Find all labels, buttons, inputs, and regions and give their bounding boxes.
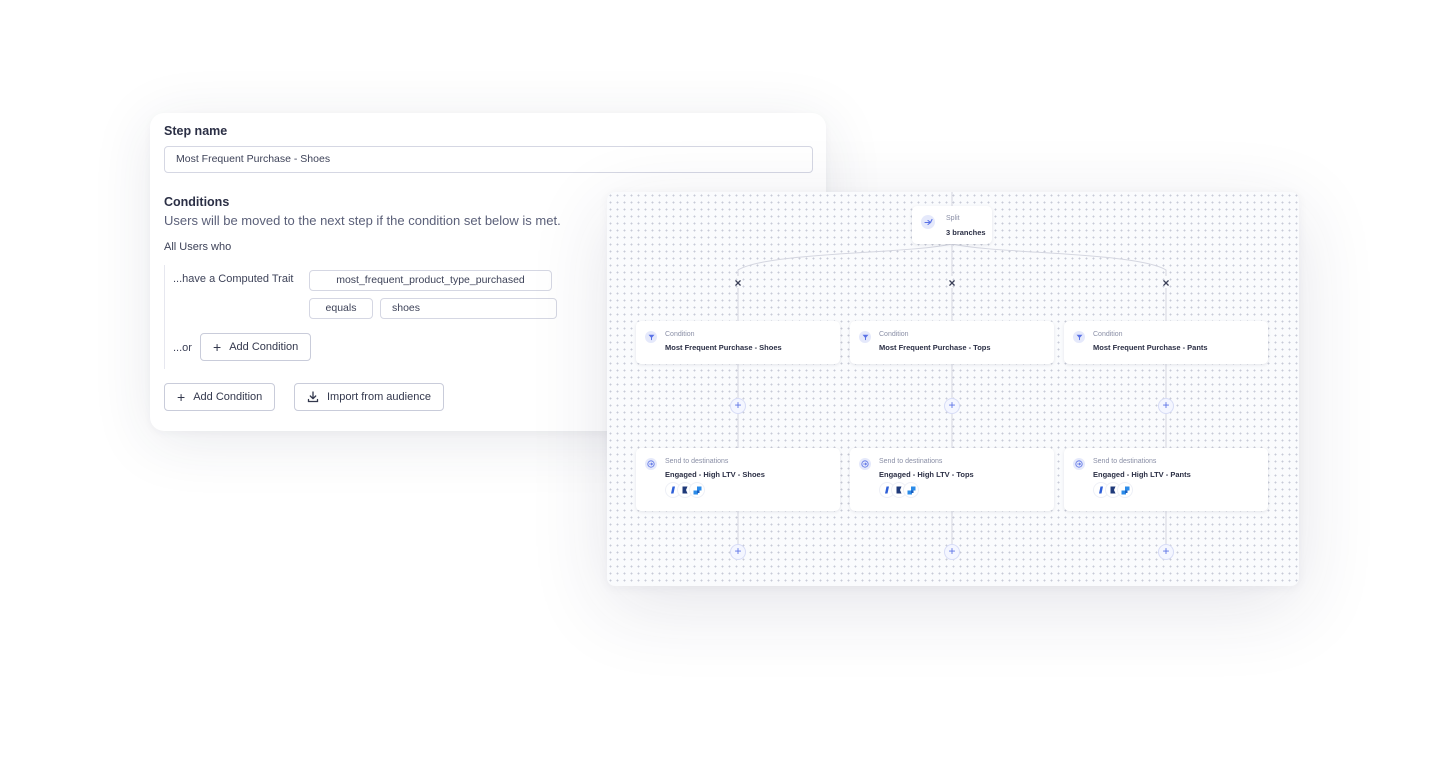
connector-line [737,243,953,276]
step-name-label: Step name [164,124,228,138]
send-arrow-icon [859,458,871,470]
journey-canvas[interactable]: Split 3 branches × × × Condition Most Fr… [607,192,1299,586]
or-prefix: ...or [173,342,192,354]
add-condition-label: Add Condition [193,391,263,403]
add-step-button[interactable]: + [944,544,960,560]
inner-add-condition-button[interactable]: + Add Condition [200,333,312,361]
import-from-audience-label: Import from audience [327,391,431,403]
destination-node-title: Engaged - High LTV - Pants [1093,470,1191,479]
destination-node-type: Send to destinations [1093,458,1157,465]
add-step-button[interactable]: + [944,398,960,414]
condition-group-rail [164,265,165,369]
value-input[interactable]: shoes [380,298,557,319]
operator-select[interactable]: equals [309,298,373,319]
conditions-description: Users will be moved to the next step if … [164,213,561,228]
condition-node-type: Condition [879,331,909,338]
destination-node-type: Send to destinations [665,458,729,465]
split-node[interactable]: Split 3 branches [912,206,992,244]
condition-node-type: Condition [665,331,695,338]
split-arrow-icon [921,215,935,229]
destination-node-type: Send to destinations [879,458,943,465]
remove-branch-icon[interactable]: × [1159,277,1173,289]
condition-node-type: Condition [1093,331,1123,338]
add-step-button[interactable]: + [730,544,746,560]
filter-icon [1073,331,1085,343]
computed-trait-prefix: ...have a Computed Trait [173,273,294,285]
condition-node[interactable]: Condition Most Frequent Purchase - Pants [1064,321,1268,364]
blocks-logo-icon [690,483,704,497]
split-node-type: Split [946,215,960,222]
download-icon [307,391,319,403]
add-condition-button[interactable]: + Add Condition [164,383,276,411]
add-step-button[interactable]: + [1158,398,1174,414]
destination-node[interactable]: Send to destinations Engaged - High LTV … [636,448,840,511]
destination-logos [666,483,704,497]
plus-icon: + [177,389,186,405]
condition-node-title: Most Frequent Purchase - Shoes [665,343,782,352]
destination-node-title: Engaged - High LTV - Shoes [665,470,765,479]
add-step-button[interactable]: + [1158,544,1174,560]
destination-node-title: Engaged - High LTV - Tops [879,470,974,479]
split-node-title: 3 branches [946,228,986,237]
condition-node[interactable]: Condition Most Frequent Purchase - Tops [850,321,1054,364]
plus-icon: + [213,339,222,355]
conditions-heading: Conditions [164,195,230,209]
import-from-audience-button[interactable]: Import from audience [294,383,444,411]
all-users-label: All Users who [164,241,232,253]
condition-node-title: Most Frequent Purchase - Pants [1093,343,1208,352]
send-arrow-icon [645,458,657,470]
destination-node[interactable]: Send to destinations Engaged - High LTV … [850,448,1054,511]
connector-lines [737,192,1167,544]
connector-line [951,243,1167,276]
destination-node[interactable]: Send to destinations Engaged - High LTV … [1064,448,1268,511]
send-arrow-icon [1073,458,1085,470]
blocks-logo-icon [904,483,918,497]
destination-logos [1094,483,1132,497]
blocks-logo-icon [1118,483,1132,497]
filter-icon [859,331,871,343]
trait-select[interactable]: most_frequent_product_type_purchased [309,270,552,291]
remove-branch-icon[interactable]: × [945,277,959,289]
condition-node[interactable]: Condition Most Frequent Purchase - Shoes [636,321,840,364]
filter-icon [645,331,657,343]
remove-branch-icon[interactable]: × [731,277,745,289]
condition-node-title: Most Frequent Purchase - Tops [879,343,991,352]
inner-add-condition-label: Add Condition [229,341,299,353]
add-step-button[interactable]: + [730,398,746,414]
destination-logos [880,483,918,497]
step-name-input[interactable]: Most Frequent Purchase - Shoes [164,146,813,173]
